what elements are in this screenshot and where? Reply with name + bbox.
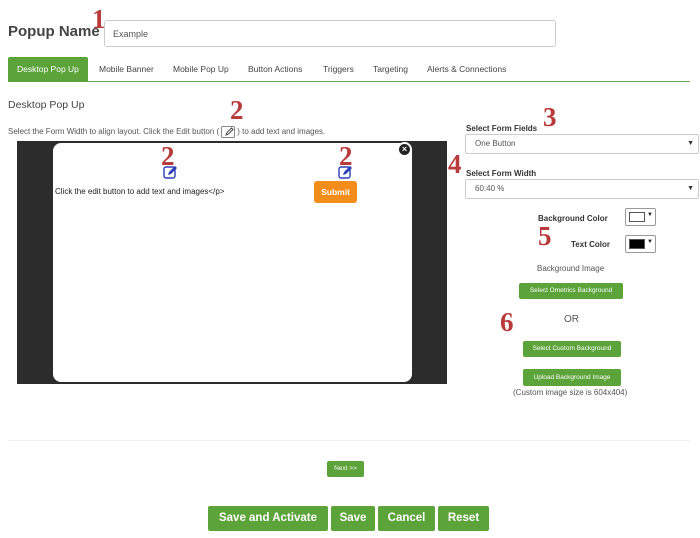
popup-preview: [53, 143, 412, 382]
tab-triggers[interactable]: Triggers: [323, 57, 354, 82]
instruction-text-end: ) to add text and images.: [237, 127, 326, 137]
layout-instruction: Select the Form Width to align layout. C…: [8, 126, 325, 138]
save-button[interactable]: Save: [331, 506, 375, 531]
form-width-value: 60:40 %: [475, 184, 505, 193]
popup-body-text: Click the edit button to add text and im…: [55, 187, 225, 196]
section-title: Desktop Pop Up: [8, 99, 85, 111]
popup-name-input[interactable]: [104, 20, 556, 47]
form-fields-value: One Button: [475, 139, 516, 148]
chevron-down-icon: ▼: [687, 185, 694, 192]
chevron-down-icon: ▼: [687, 140, 694, 147]
background-color-picker[interactable]: ▼: [625, 208, 656, 226]
annotation-marker-4: 4: [448, 149, 462, 179]
reset-button[interactable]: Reset: [438, 506, 489, 531]
tab-desktop-pop-up[interactable]: Desktop Pop Up: [8, 57, 88, 82]
tab-button-actions[interactable]: Button Actions: [248, 57, 302, 82]
close-icon[interactable]: ×: [397, 142, 412, 157]
custom-image-size-note: (Custom image size is 604x404): [513, 388, 628, 397]
tab-mobile-pop-up[interactable]: Mobile Pop Up: [173, 57, 229, 82]
popup-name-label: Popup Name: [8, 23, 100, 40]
save-and-activate-button[interactable]: Save and Activate: [208, 506, 328, 531]
upload-background-image-button[interactable]: Upload Background Image: [523, 369, 621, 386]
or-separator: OR: [564, 314, 579, 325]
tab-targeting[interactable]: Targeting: [373, 57, 408, 82]
instruction-text-start: Select the Form Width to align layout. C…: [8, 127, 220, 137]
text-color-picker[interactable]: ▼: [625, 235, 656, 253]
form-fields-label: Select Form Fields: [466, 124, 538, 133]
text-color-label: Text Color: [571, 240, 610, 249]
next-button[interactable]: Next >>: [327, 461, 364, 477]
background-color-swatch: [629, 212, 645, 222]
background-image-label: Background Image: [537, 264, 605, 273]
divider: [8, 440, 690, 441]
form-width-select[interactable]: 60:40 % ▼: [465, 179, 699, 199]
edit-button-icon[interactable]: [338, 165, 354, 179]
cancel-button[interactable]: Cancel: [378, 506, 435, 531]
select-ometrics-background-button[interactable]: Select Ometrics Background: [519, 283, 623, 299]
annotation-marker-6: 6: [500, 307, 514, 337]
annotation-marker-2a: 2: [230, 95, 244, 125]
edit-icon: [221, 126, 236, 138]
chevron-down-icon: ▼: [647, 239, 653, 245]
form-fields-select[interactable]: One Button ▼: [465, 134, 699, 154]
text-color-swatch: [629, 239, 645, 249]
tab-bar: Desktop Pop Up Mobile Banner Mobile Pop …: [8, 57, 690, 82]
tab-alerts-connections[interactable]: Alerts & Connections: [427, 57, 506, 82]
tab-mobile-banner[interactable]: Mobile Banner: [99, 57, 154, 82]
chevron-down-icon: ▼: [647, 212, 653, 218]
edit-text-icon[interactable]: [163, 165, 179, 179]
form-width-label: Select Form Width: [466, 169, 537, 178]
select-custom-background-button[interactable]: Select Custom Background: [523, 341, 621, 357]
submit-button[interactable]: Submit: [314, 181, 357, 203]
annotation-marker-5: 5: [538, 221, 552, 251]
annotation-marker-3: 3: [543, 102, 557, 132]
